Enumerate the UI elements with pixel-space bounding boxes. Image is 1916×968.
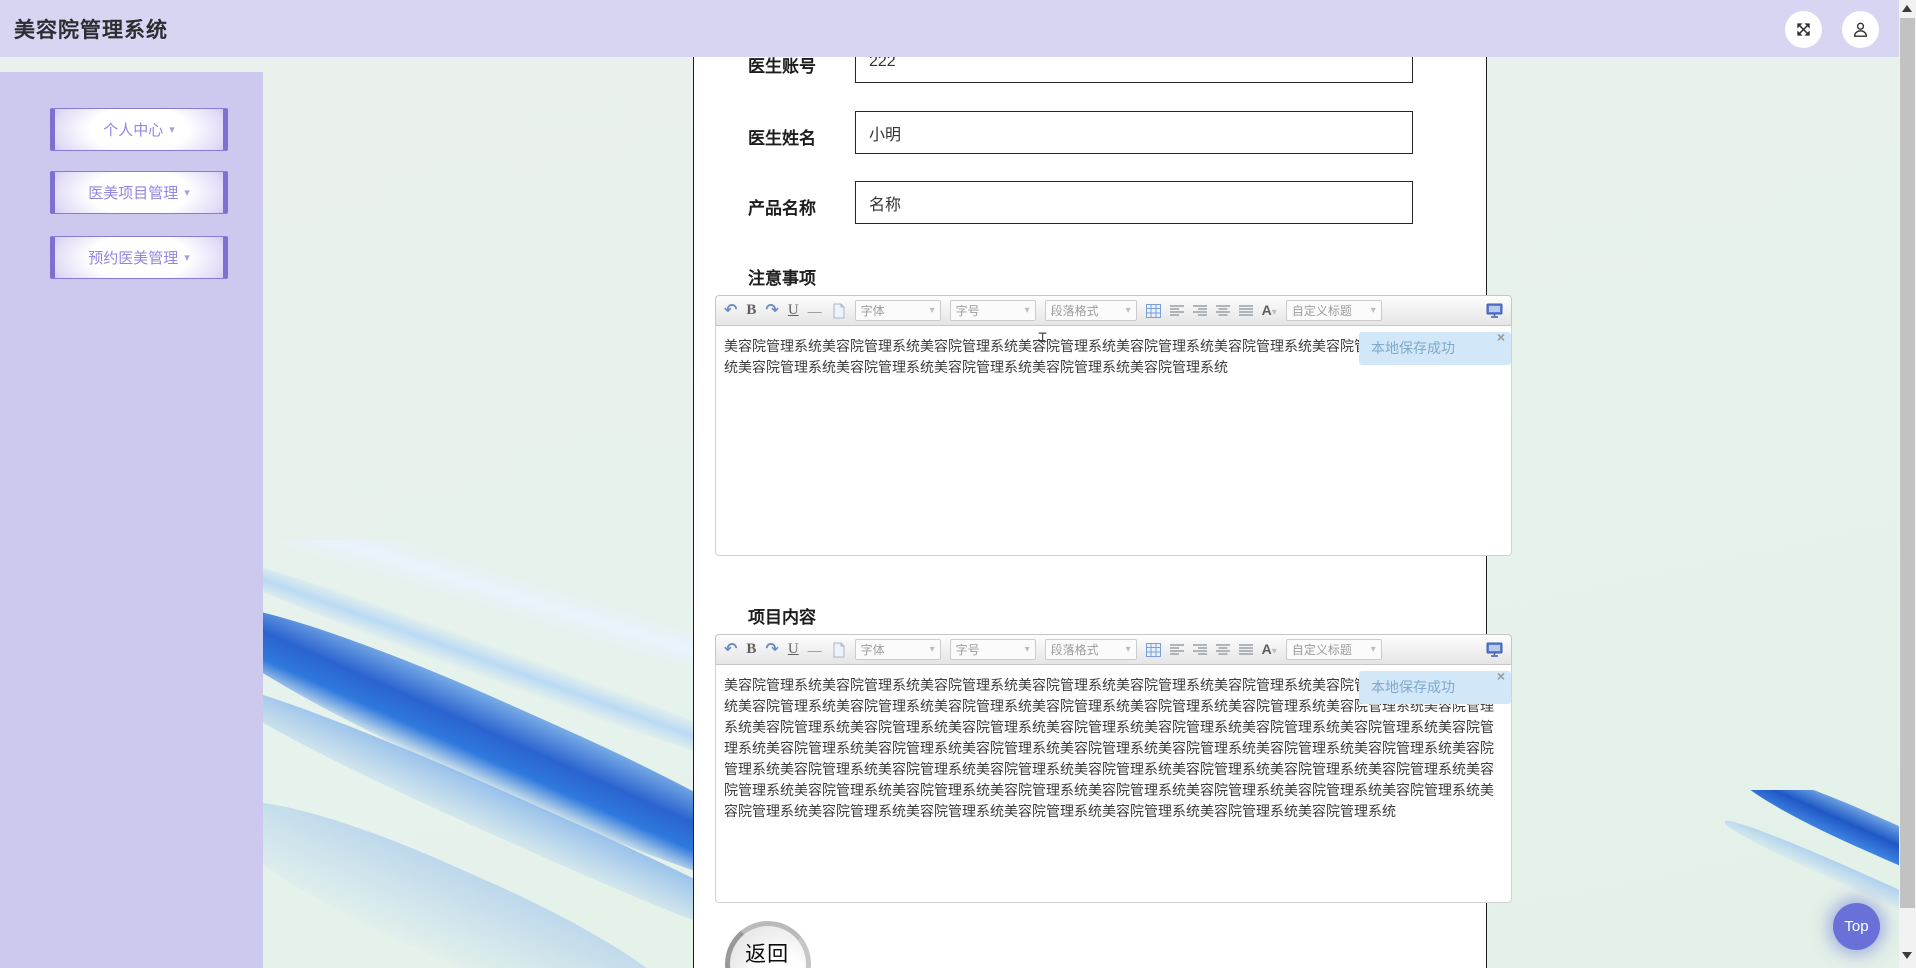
app-header: 美容院管理系统 <box>0 0 1899 57</box>
custom-title-select[interactable]: 自定义标题 ▾ <box>1285 300 1382 321</box>
toast-close-icon[interactable]: × <box>1497 330 1505 344</box>
chevron-down-icon: ▾ <box>929 305 935 316</box>
custom-title-select[interactable]: 自定义标题 ▾ <box>1285 639 1382 660</box>
scrollbar <box>1899 0 1916 968</box>
text-cursor: ⌶ <box>1038 328 1048 346</box>
scroll-up-arrow[interactable] <box>1902 5 1912 12</box>
chevron-down-icon: ▾ <box>1271 646 1277 657</box>
sidebar-item-personal-center[interactable]: 个人中心 ▾ <box>50 108 228 151</box>
chevron-down-icon: ▾ <box>1024 305 1030 316</box>
sidebar-item-label: 医美项目管理 <box>88 185 179 202</box>
scroll-down-arrow[interactable] <box>1902 952 1912 959</box>
bold-button[interactable]: B <box>746 303 756 318</box>
top-button-label: Top <box>1844 918 1869 935</box>
fullscreen-icon <box>1797 23 1810 36</box>
chevron-down-icon: ▾ <box>1125 644 1131 655</box>
chevron-down-icon: ▾ <box>1125 305 1131 316</box>
font-family-select[interactable]: 字体 ▾ <box>854 639 941 660</box>
notes-editor-body[interactable]: 美容院管理系统美容院管理系统美容院管理系统美容院管理系统美容院管理系统美容院管理… <box>715 326 1512 556</box>
chevron-down-icon: ▾ <box>1271 307 1277 318</box>
paragraph-format-select[interactable]: 段落格式 ▾ <box>1044 300 1137 321</box>
redo-icon[interactable]: ↷ <box>765 302 778 319</box>
doctor-name-input[interactable] <box>855 111 1413 154</box>
paste-icon[interactable] <box>831 642 846 658</box>
chevron-down-icon: ▾ <box>184 187 190 199</box>
notes-editor: ↶ B ↷ U — 字体 ▾ 字号 ▾ 段落格式 ▾ A▾ 自定义标题 ▾ 美容… <box>715 295 1512 556</box>
redo-icon[interactable]: ↷ <box>765 641 778 658</box>
fullscreen-editor-icon[interactable] <box>1486 642 1503 657</box>
content-editor-body[interactable]: 美容院管理系统美容院管理系统美容院管理系统美容院管理系统美容院管理系统美容院管理… <box>715 665 1512 903</box>
sidebar-item-project-management[interactable]: 医美项目管理 ▾ <box>50 171 228 214</box>
table-icon[interactable] <box>1145 642 1161 657</box>
section-label-content: 项目内容 <box>748 608 816 627</box>
chevron-down-icon: ▾ <box>1370 305 1376 316</box>
font-color-button[interactable]: A▾ <box>1262 642 1277 657</box>
product-name-input[interactable] <box>855 181 1413 224</box>
user-button[interactable] <box>1842 11 1879 48</box>
editor-toolbar: ↶ B ↷ U — 字体 ▾ 字号 ▾ 段落格式 ▾ A▾ 自定义标题 ▾ <box>715 634 1512 665</box>
chevron-down-icon: ▾ <box>929 644 935 655</box>
chevron-down-icon: ▾ <box>184 252 190 264</box>
paste-icon[interactable] <box>831 303 846 319</box>
align-center-icon[interactable] <box>1215 304 1230 317</box>
fullscreen-button[interactable] <box>1785 11 1822 48</box>
align-right-icon[interactable] <box>1192 304 1207 317</box>
align-right-icon[interactable] <box>1192 643 1207 656</box>
scroll-to-top-button[interactable]: Top <box>1833 903 1880 950</box>
font-color-button[interactable]: A▾ <box>1262 303 1277 318</box>
align-left-icon[interactable] <box>1169 304 1184 317</box>
align-center-icon[interactable] <box>1215 643 1230 656</box>
save-success-toast: 本地保存成功 <box>1359 332 1511 365</box>
save-success-toast: 本地保存成功 <box>1359 671 1511 704</box>
sidebar-item-appointment-management[interactable]: 预约医美管理 ▾ <box>50 236 228 279</box>
align-justify-icon[interactable] <box>1238 643 1253 656</box>
editor-toolbar: ↶ B ↷ U — 字体 ▾ 字号 ▾ 段落格式 ▾ A▾ 自定义标题 ▾ <box>715 295 1512 326</box>
fullscreen-editor-icon[interactable] <box>1486 303 1503 318</box>
section-label-notes: 注意事项 <box>748 269 816 288</box>
field-label-doctor-name: 医生姓名 <box>748 129 816 148</box>
toast-close-icon[interactable]: × <box>1497 669 1505 683</box>
bold-button[interactable]: B <box>746 642 756 657</box>
chevron-down-icon: ▾ <box>1024 644 1030 655</box>
app-root: 个人中心 ▾ 医美项目管理 ▾ 预约医美管理 ▾ 医生账号 医生姓名 产品名称 … <box>0 0 1916 968</box>
back-button-label: 返回 <box>745 942 790 966</box>
chevron-down-icon: ▾ <box>169 124 175 136</box>
font-family-select[interactable]: 字体 ▾ <box>854 300 941 321</box>
chevron-down-icon: ▾ <box>1370 644 1376 655</box>
font-size-select[interactable]: 字号 ▾ <box>949 639 1036 660</box>
sidebar: 个人中心 ▾ 医美项目管理 ▾ 预约医美管理 ▾ <box>0 72 263 968</box>
table-icon[interactable] <box>1145 303 1161 318</box>
content-editor: ↶ B ↷ U — 字体 ▾ 字号 ▾ 段落格式 ▾ A▾ 自定义标题 ▾ 美容… <box>715 634 1512 903</box>
sidebar-item-label: 预约医美管理 <box>88 250 179 267</box>
horizontal-rule-button[interactable]: — <box>808 643 822 657</box>
user-icon <box>1853 22 1868 37</box>
sidebar-item-label: 个人中心 <box>103 122 164 139</box>
align-justify-icon[interactable] <box>1238 304 1253 317</box>
wallpaper-waves-left <box>263 540 693 968</box>
wallpaper-waves-right <box>1487 790 1899 968</box>
paragraph-format-select[interactable]: 段落格式 ▾ <box>1044 639 1137 660</box>
undo-icon[interactable]: ↶ <box>724 302 737 319</box>
underline-button[interactable]: U <box>788 642 799 657</box>
undo-icon[interactable]: ↶ <box>724 641 737 658</box>
horizontal-rule-button[interactable]: — <box>808 304 822 318</box>
app-title: 美容院管理系统 <box>14 19 168 42</box>
underline-button[interactable]: U <box>788 303 799 318</box>
scrollbar-thumb[interactable] <box>1900 18 1915 908</box>
field-label-product-name: 产品名称 <box>748 199 816 218</box>
align-left-icon[interactable] <box>1169 643 1184 656</box>
font-size-select[interactable]: 字号 ▾ <box>949 300 1036 321</box>
